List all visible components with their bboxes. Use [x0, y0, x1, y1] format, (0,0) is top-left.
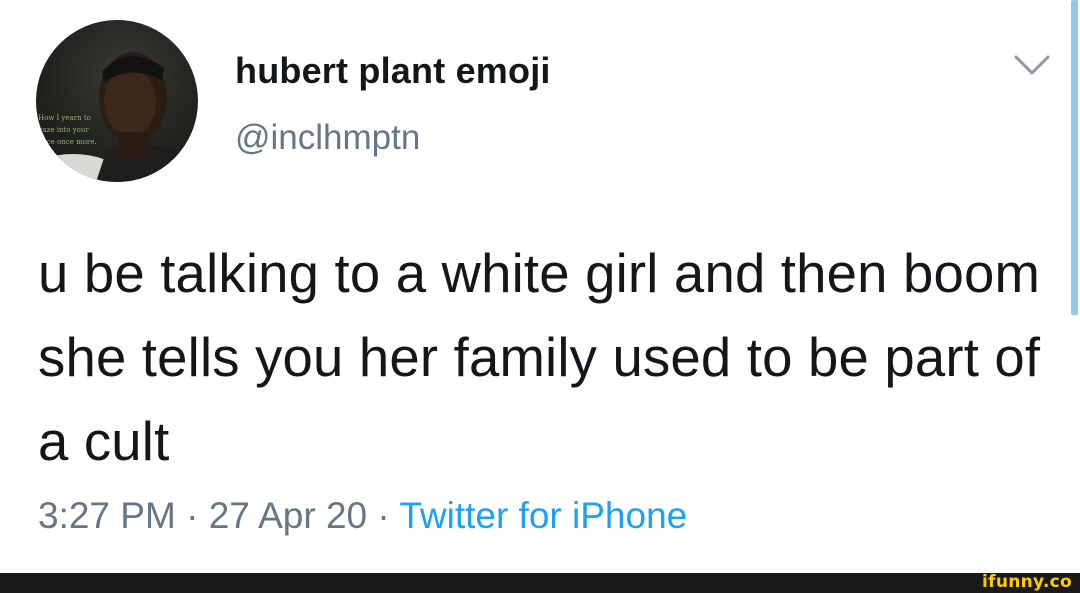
- avatar-caption-line-1: How I yearn to: [38, 114, 91, 122]
- avatar-photo: How I yearn to gaze into your face once …: [36, 52, 198, 182]
- watermark-bar: ifunny.co: [0, 572, 1080, 593]
- display-name[interactable]: hubert plant emoji: [235, 50, 551, 92]
- tweet-source-link[interactable]: Twitter for iPhone: [399, 495, 687, 536]
- ifunny-watermark: ifunny.co: [982, 572, 1072, 592]
- separator: ·: [367, 495, 400, 536]
- tweet-date[interactable]: 27 Apr 20: [209, 495, 367, 536]
- user-handle[interactable]: @inclhmptn: [235, 118, 420, 158]
- tweet-time[interactable]: 3:27 PM: [38, 495, 176, 536]
- chevron-down-icon[interactable]: [1012, 52, 1052, 78]
- tweet-text: u be talking to a white girl and then bo…: [38, 243, 1041, 472]
- tweet-metadata: 3:27 PM · 27 Apr 20 · Twitter for iPhone: [38, 495, 687, 537]
- avatar[interactable]: How I yearn to gaze into your face once …: [36, 20, 198, 182]
- avatar-caption-line-2: gaze into your: [38, 126, 89, 134]
- scrollbar[interactable]: [1071, 0, 1078, 315]
- separator: ·: [175, 495, 209, 536]
- avatar-caption-line-3: face once more.: [40, 138, 97, 146]
- tweet-card: How I yearn to gaze into your face once …: [0, 0, 1080, 573]
